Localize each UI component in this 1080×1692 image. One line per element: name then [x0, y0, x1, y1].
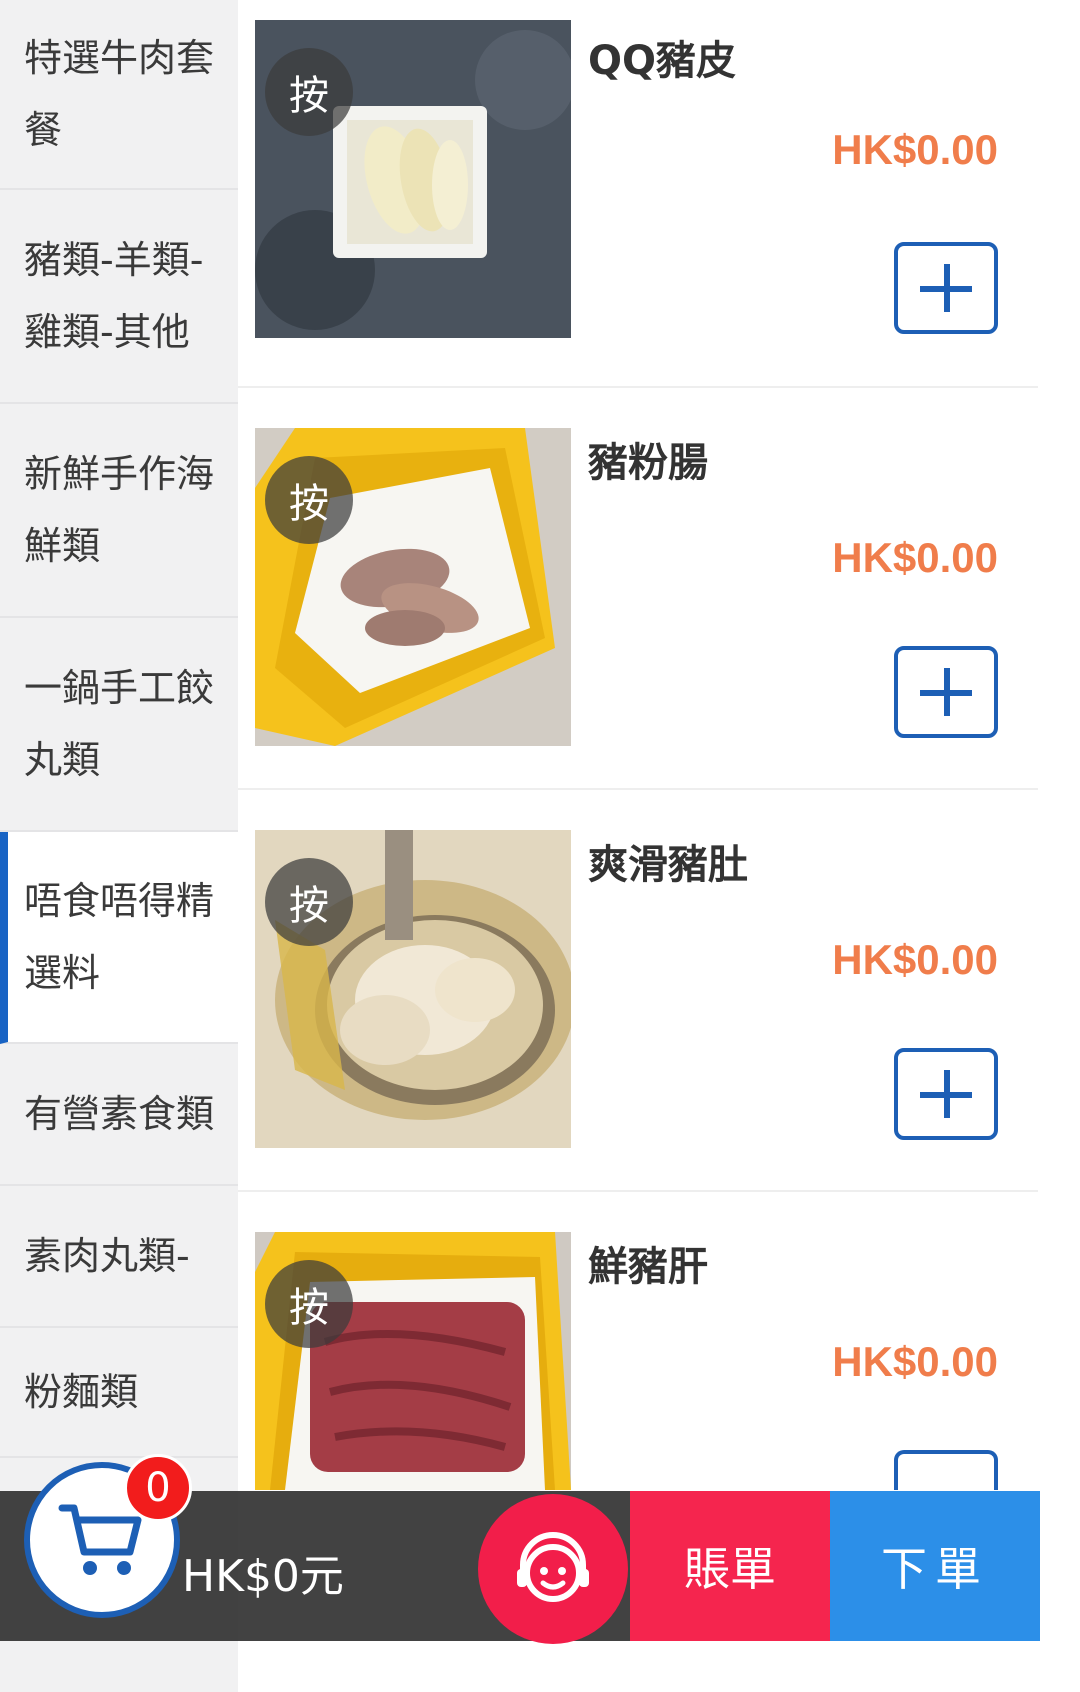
sidebar-item-label: 唔食唔得精選料 [24, 879, 215, 995]
sidebar-item-label: 新鮮手作海鮮類 [24, 452, 215, 568]
add-to-cart-button[interactable] [894, 1048, 998, 1140]
sidebar-item-label: 素肉丸類- [24, 1234, 190, 1278]
product-image[interactable]: 按 [255, 1232, 571, 1490]
product-name: QQ豬皮 [588, 38, 737, 84]
customer-service-icon [517, 1532, 589, 1602]
press-badge: 按 [265, 1260, 353, 1348]
product-name: 鮮豬肝 [588, 1244, 708, 1290]
press-badge: 按 [265, 456, 353, 544]
sidebar-item-label: 特選牛肉套餐 [24, 36, 215, 152]
product-card: 按 QQ豬皮 HK$0.00 [238, 0, 1038, 388]
add-to-cart-button[interactable] [894, 1450, 998, 1500]
category-sidebar: 特選牛肉套餐 豬類-羊類-雞類-其他 新鮮手作海鮮類 一鍋手工餃丸類 唔食唔得精… [0, 0, 238, 1692]
sidebar-item-veg-balls[interactable]: 素肉丸類- [0, 1186, 238, 1328]
press-badge: 按 [265, 858, 353, 946]
sidebar-item-pork-lamb-chicken[interactable]: 豬類-羊類-雞類-其他 [0, 190, 238, 404]
add-to-cart-button[interactable] [894, 646, 998, 738]
sidebar-item-label: 豬類-羊類-雞類-其他 [24, 238, 204, 354]
product-card: 按 鮮豬肝 HK$0.00 [238, 1190, 1038, 1500]
sidebar-item-label: 有營素食類 [24, 1092, 215, 1136]
product-name: 爽滑豬肚 [588, 842, 748, 888]
cart-icon [58, 1504, 142, 1575]
sidebar-item-vegetarian[interactable]: 有營素食類 [0, 1044, 238, 1186]
customer-service-button[interactable] [478, 1494, 628, 1644]
sidebar-item-seafood[interactable]: 新鮮手作海鮮類 [0, 404, 238, 618]
sidebar-item-label: 一鍋手工餃丸類 [24, 666, 215, 782]
cart-count-badge: 0 [124, 1454, 192, 1522]
place-order-button[interactable]: 下單 [830, 1491, 1040, 1641]
product-price: HK$0.00 [832, 936, 998, 983]
add-to-cart-button[interactable] [894, 242, 998, 334]
sidebar-item-label: 粉麵類 [24, 1370, 139, 1414]
product-price: HK$0.00 [832, 534, 998, 581]
sidebar-item-beef-set[interactable]: 特選牛肉套餐 [0, 0, 238, 190]
sidebar-item-selected[interactable]: 唔食唔得精選料 [0, 832, 238, 1044]
product-image[interactable]: 按 [255, 428, 571, 746]
cart-total: HK$0元 [182, 1551, 344, 1602]
sidebar-item-dumplings[interactable]: 一鍋手工餃丸類 [0, 618, 238, 832]
product-price: HK$0.00 [832, 126, 998, 173]
sidebar-item-noodles[interactable]: 粉麵類 [0, 1328, 238, 1458]
product-card: 按 豬粉腸 HK$0.00 [238, 386, 1038, 790]
press-badge: 按 [265, 48, 353, 136]
product-name: 豬粉腸 [588, 440, 708, 486]
product-price: HK$0.00 [832, 1338, 998, 1385]
bill-button[interactable]: 賬單 [630, 1491, 830, 1641]
product-image[interactable]: 按 [255, 20, 571, 338]
product-card: 按 爽滑豬肚 HK$0.00 [238, 788, 1038, 1192]
product-image[interactable]: 按 [255, 830, 571, 1148]
